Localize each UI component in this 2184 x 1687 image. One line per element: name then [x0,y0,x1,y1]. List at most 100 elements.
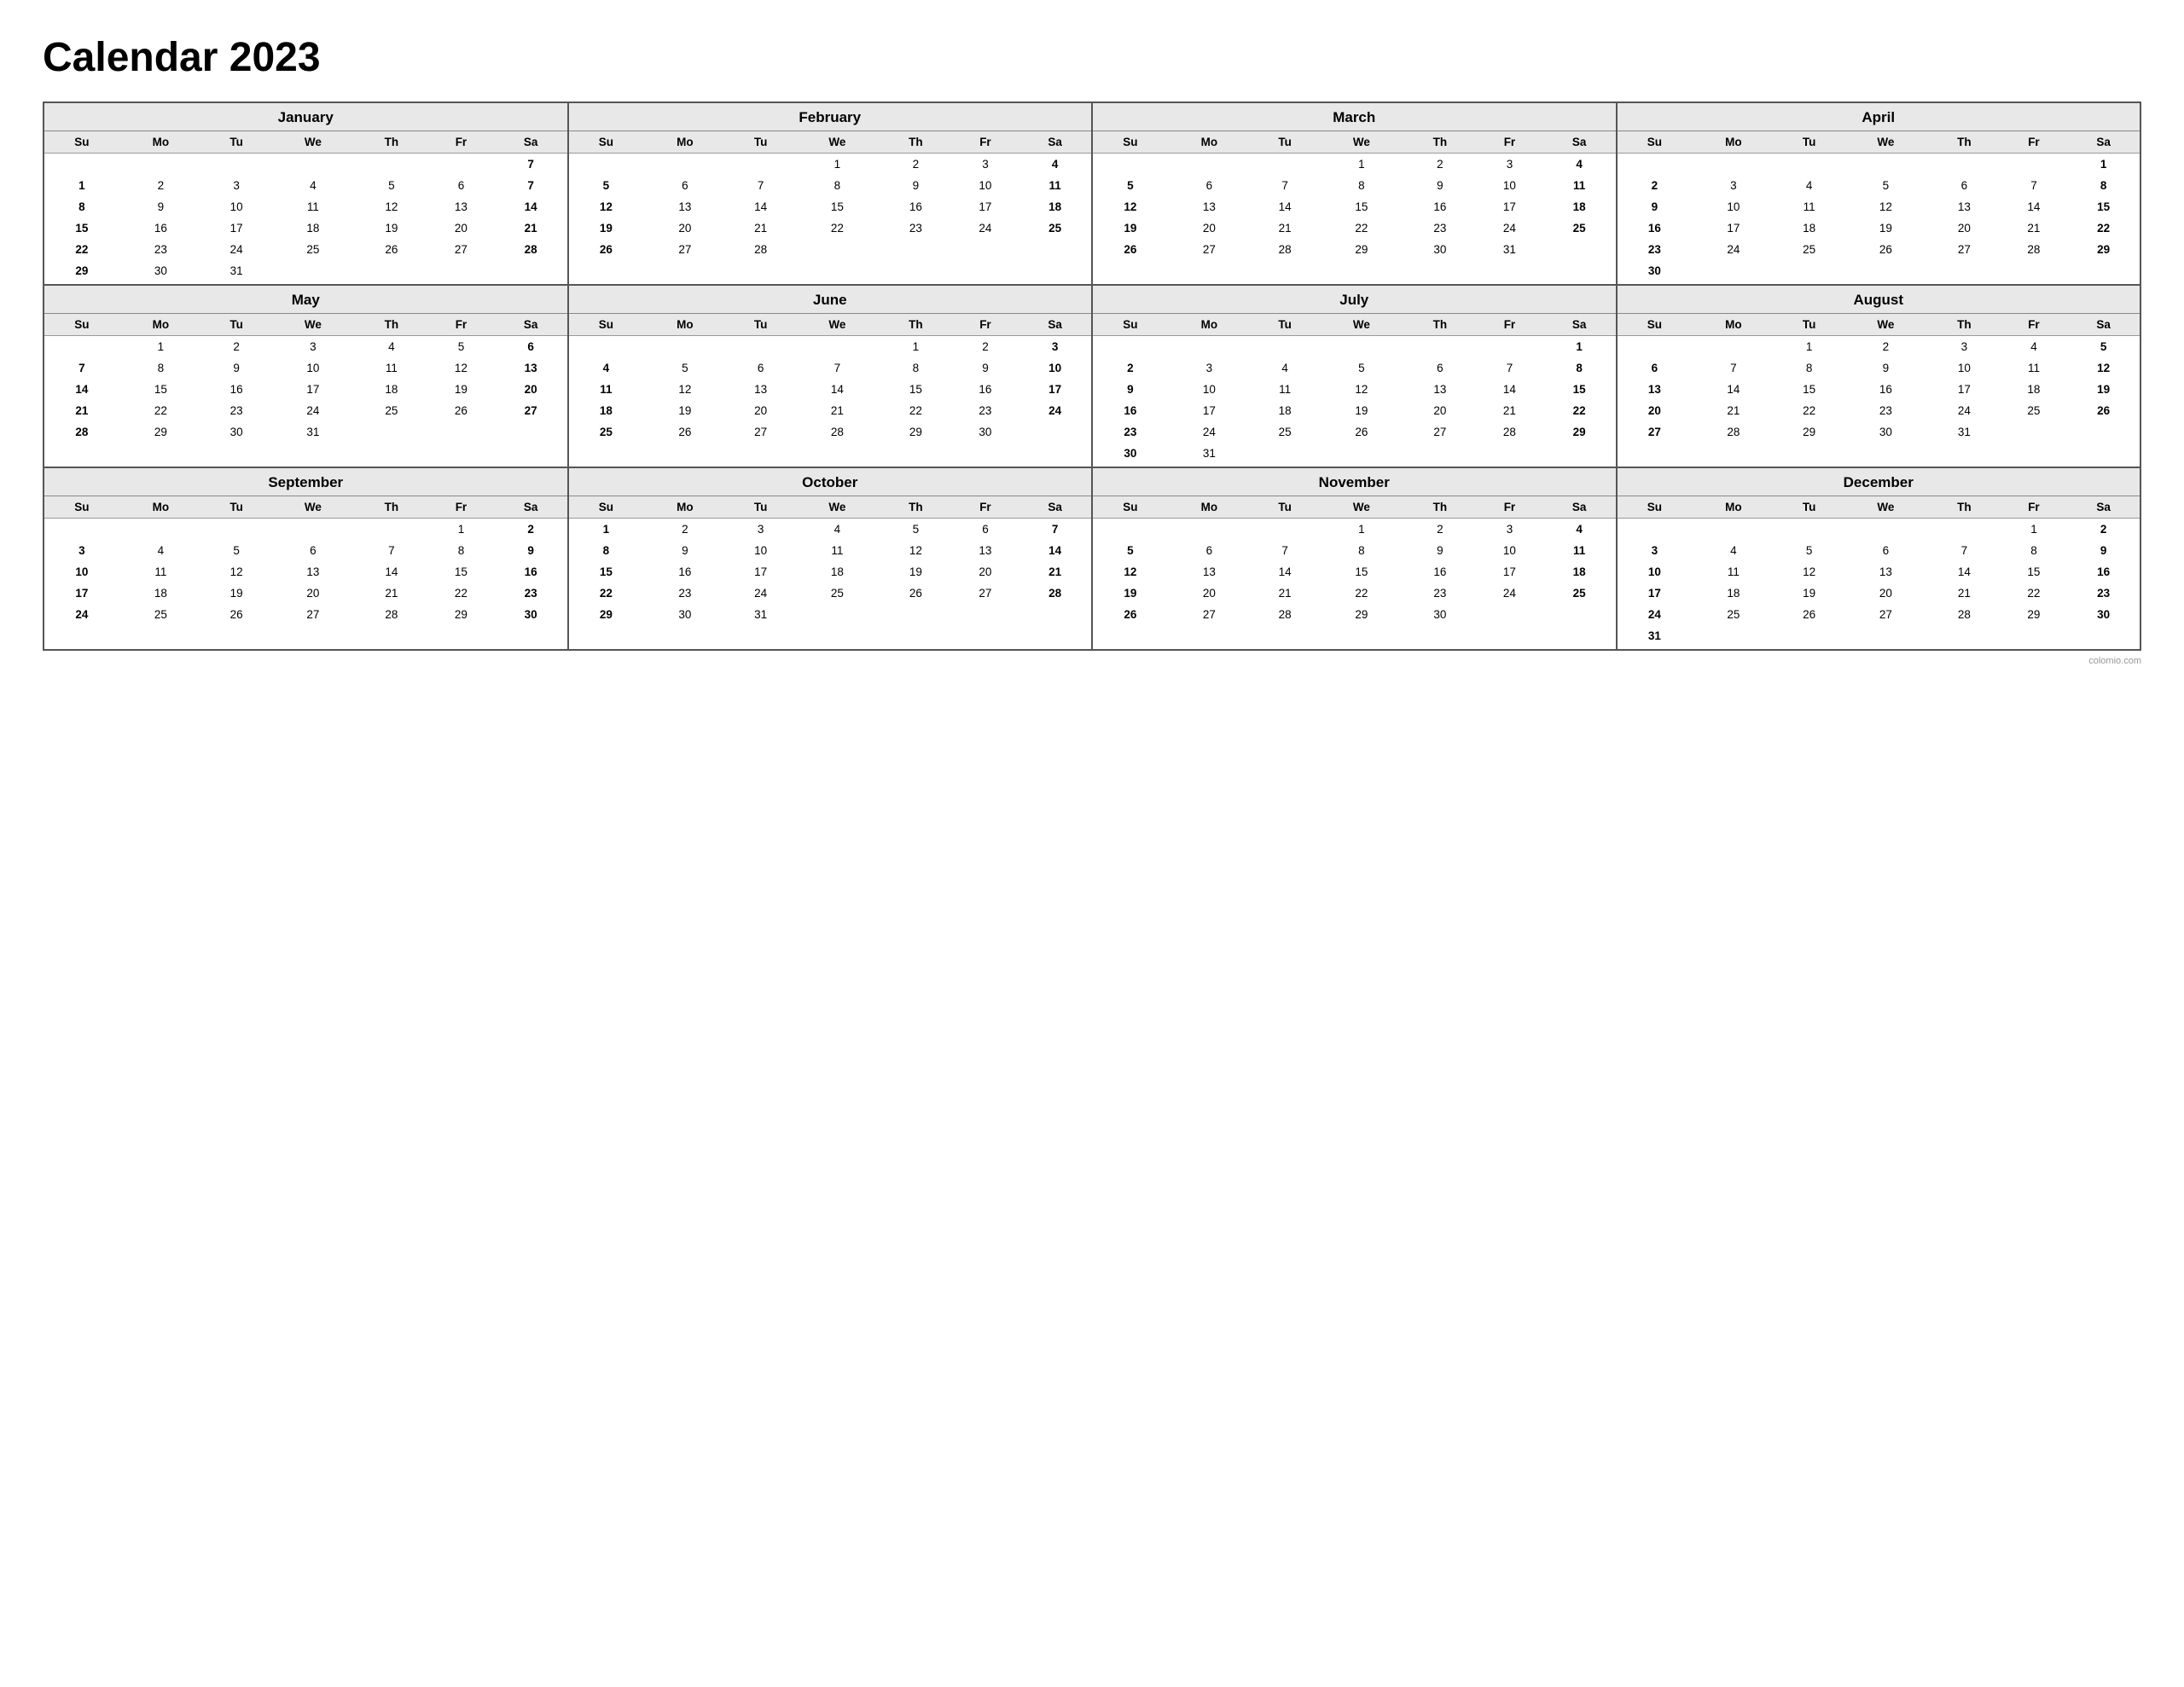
day-cell: 25 [2001,400,2068,421]
day-cell: 4 [569,357,644,379]
day-cell: 15 [2001,561,2068,583]
day-cell: 1 [427,519,495,541]
day-cell [1093,154,1168,176]
day-cell: 19 [643,400,726,421]
day-header-tu: Tu [1251,314,1320,336]
day-cell: 5 [202,540,271,561]
day-header-fr: Fr [1476,314,1543,336]
month-table-august: SuMoTuWeThFrSa12345678910111213141516171… [1618,314,2140,445]
day-header-mo: Mo [1692,496,1774,519]
day-header-sa: Sa [495,131,567,154]
day-cell [1168,336,1251,358]
day-cell: 12 [643,379,726,400]
month-block-october: OctoberSuMoTuWeThFrSa1234567891011121314… [569,468,1094,651]
day-cell: 24 [1618,604,1693,625]
day-cell: 12 [1774,561,1844,583]
day-cell [1404,336,1477,358]
day-cell: 5 [1093,540,1168,561]
day-cell: 12 [202,561,271,583]
day-cell: 26 [356,239,428,260]
day-cell: 3 [726,519,795,541]
day-cell: 2 [202,336,271,358]
day-cell: 25 [1019,217,1091,239]
day-header-fr: Fr [427,496,495,519]
day-cell: 18 [356,379,428,400]
month-block-june: JuneSuMoTuWeThFrSa1234567891011121314151… [569,286,1094,468]
day-cell: 29 [569,604,644,628]
day-cell: 17 [1618,583,1693,604]
day-cell [356,154,428,176]
day-header-tu: Tu [202,131,271,154]
day-cell: 24 [1928,400,2001,421]
day-cell [44,154,119,176]
day-cell: 8 [880,357,952,379]
day-cell: 14 [1019,540,1091,561]
day-header-mo: Mo [119,314,202,336]
day-cell: 20 [427,217,495,239]
day-cell: 8 [1319,540,1403,561]
day-cell: 5 [1844,175,1928,196]
day-cell [2001,421,2068,445]
day-cell [356,519,428,541]
day-header-tu: Tu [726,131,795,154]
day-cell: 21 [1476,400,1543,421]
day-cell [1692,260,1774,284]
day-cell: 26 [569,239,644,263]
day-cell: 12 [880,540,952,561]
month-title-august: August [1618,286,2140,314]
day-cell: 10 [1692,196,1774,217]
day-cell: 22 [2001,583,2068,604]
day-cell [2001,260,2068,284]
month-title-july: July [1093,286,1616,314]
day-cell: 29 [427,604,495,628]
day-cell [1019,239,1091,263]
day-cell [1319,336,1403,358]
day-cell: 20 [495,379,567,400]
day-cell: 2 [880,154,952,176]
day-cell: 21 [726,217,795,239]
day-cell: 13 [1844,561,1928,583]
day-cell [1844,260,1928,284]
day-header-tu: Tu [1774,496,1844,519]
day-cell: 21 [1692,400,1774,421]
day-cell: 11 [1692,561,1774,583]
day-header-tu: Tu [1251,131,1320,154]
day-cell: 12 [569,196,644,217]
day-cell: 11 [569,379,644,400]
day-cell: 1 [795,154,880,176]
day-cell [356,260,428,284]
month-title-november: November [1093,468,1616,496]
day-header-we: We [1319,314,1403,336]
day-cell: 15 [427,561,495,583]
day-cell [952,604,1019,628]
day-cell: 24 [1168,421,1251,443]
day-cell: 16 [643,561,726,583]
month-table-april: SuMoTuWeThFrSa12345678910111213141516171… [1618,131,2140,284]
day-header-su: Su [1618,496,1693,519]
day-cell [1251,443,1320,467]
day-cell: 26 [643,421,726,445]
day-cell: 30 [1618,260,1693,284]
day-cell: 1 [2067,154,2140,176]
day-cell: 15 [2067,196,2140,217]
day-cell [1093,519,1168,541]
day-cell: 31 [202,260,271,284]
day-cell: 20 [1618,400,1693,421]
month-title-june: June [569,286,1092,314]
day-cell [427,260,495,284]
day-header-fr: Fr [952,496,1019,519]
day-cell: 10 [202,196,271,217]
day-cell: 26 [427,400,495,421]
page-title: Calendar 2023 [43,34,2141,81]
day-cell: 4 [1251,357,1320,379]
day-cell: 12 [1093,561,1168,583]
day-cell: 23 [643,583,726,604]
day-header-we: We [1844,314,1928,336]
day-cell: 31 [270,421,355,445]
month-table-january: SuMoTuWeThFrSa71234567891011121314151617… [44,131,567,284]
day-cell: 9 [202,357,271,379]
day-cell [1543,239,1616,263]
day-cell: 15 [569,561,644,583]
day-cell: 27 [1928,239,2001,260]
day-cell: 2 [495,519,567,541]
